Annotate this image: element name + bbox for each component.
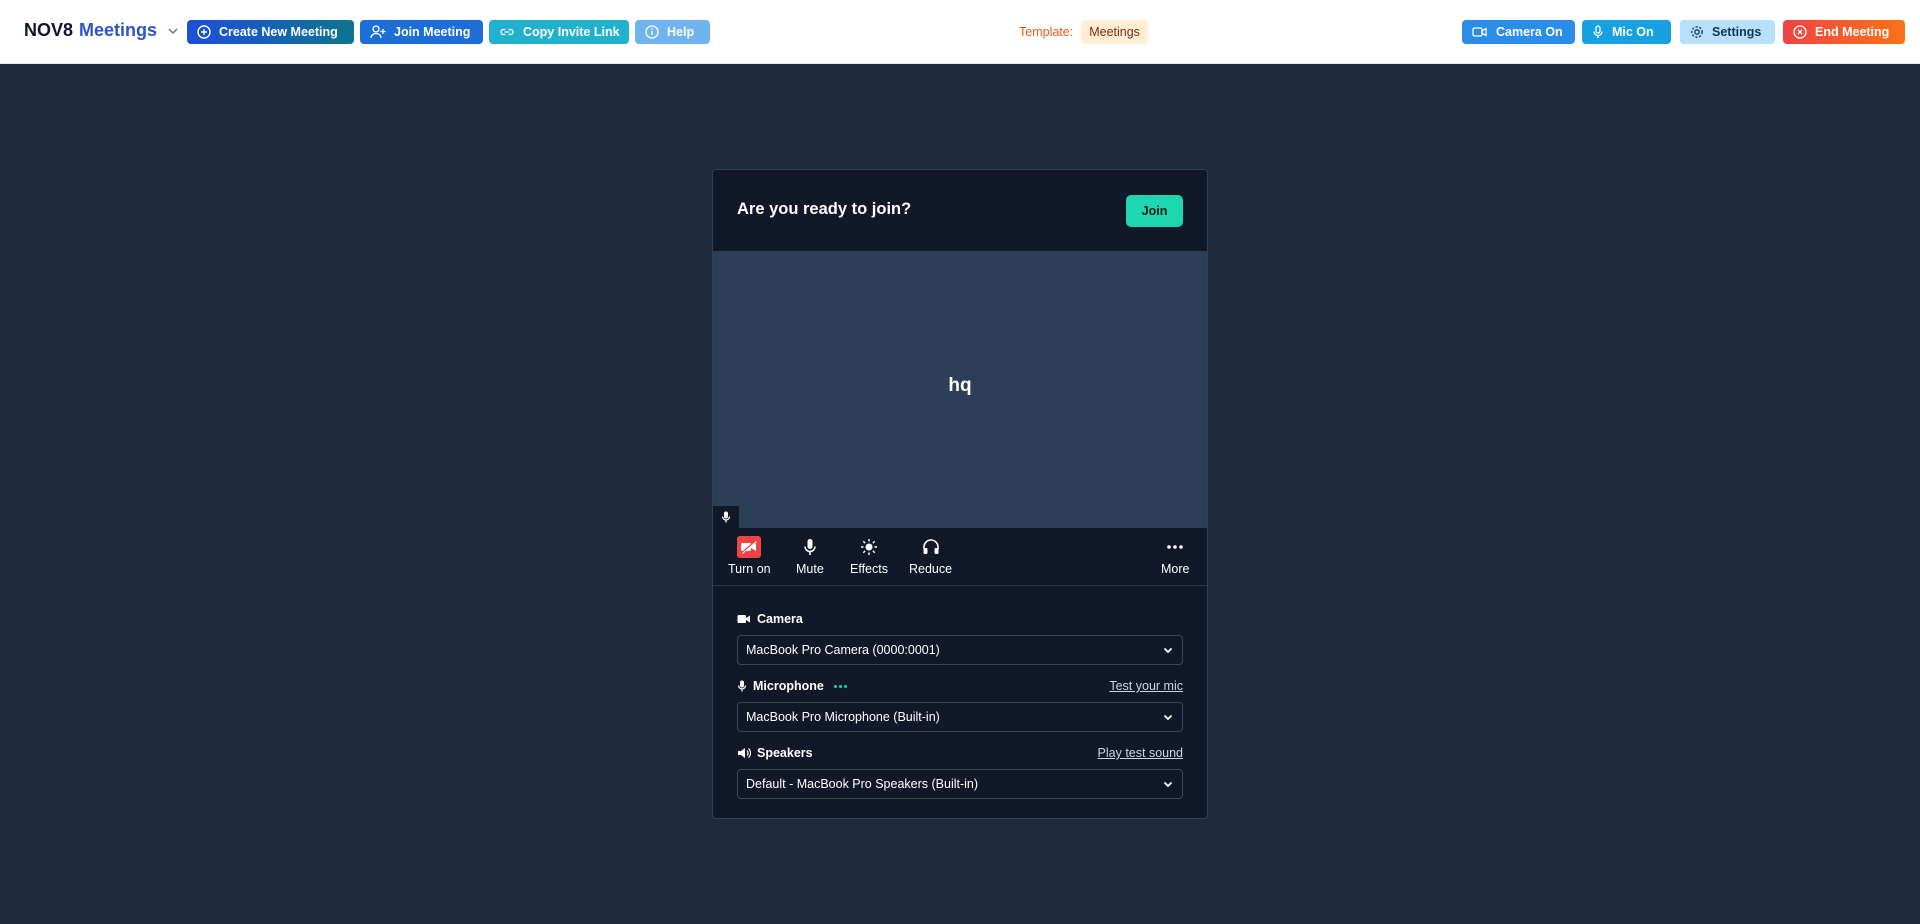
camera-label: Camera bbox=[757, 612, 803, 626]
link-icon bbox=[500, 28, 514, 36]
camera-section: Camera MacBook Pro Camera (0000:0001) bbox=[737, 611, 1183, 665]
prejoin-title: Are you ready to join? bbox=[737, 200, 912, 218]
settings-label: Settings bbox=[1712, 25, 1762, 39]
join-button[interactable]: Join bbox=[1126, 195, 1183, 227]
headphones-icon bbox=[919, 536, 943, 558]
participant-initials: hq bbox=[948, 375, 972, 396]
microphone-icon bbox=[1593, 25, 1603, 38]
copy-invite-link-button[interactable]: Copy Invite Link bbox=[489, 20, 629, 44]
video-camera-icon bbox=[1472, 27, 1487, 37]
prejoin-card: Are you ready to join? Join hq Turn on M… bbox=[712, 169, 1208, 819]
camera-on-label: Camera On bbox=[1496, 25, 1563, 39]
join-meeting-label: Join Meeting bbox=[394, 25, 471, 39]
template-label: Template: bbox=[1019, 25, 1074, 39]
brand-main: NOV8 bbox=[24, 20, 74, 40]
more-control[interactable]: More bbox=[1161, 536, 1189, 576]
microphone-icon bbox=[737, 680, 747, 692]
camera-on-button[interactable]: Camera On bbox=[1462, 20, 1575, 44]
camera-select[interactable]: MacBook Pro Camera (0000:0001) bbox=[737, 635, 1183, 665]
speakers-select[interactable]: Default - MacBook Pro Speakers (Built-in… bbox=[737, 769, 1183, 799]
camera-heading: Camera bbox=[737, 611, 1183, 627]
effects-label: Effects bbox=[850, 562, 888, 576]
template-indicator: Template: Meetings bbox=[1019, 20, 1148, 44]
sun-icon bbox=[857, 536, 881, 558]
mic-status-indicator bbox=[713, 506, 739, 528]
video-preview: hq bbox=[713, 251, 1207, 528]
create-meeting-button[interactable]: Create New Meeting bbox=[187, 20, 354, 44]
chevron-down-icon bbox=[1163, 781, 1173, 788]
app-brand-menu[interactable]: NOV8 Meetings bbox=[24, 20, 179, 41]
brand-sub: Meetings bbox=[79, 20, 158, 40]
more-dots-icon bbox=[1163, 536, 1187, 558]
end-meeting-button[interactable]: End Meeting bbox=[1783, 20, 1905, 44]
turn-on-label: Turn on bbox=[728, 562, 771, 576]
mic-on-button[interactable]: Mic On bbox=[1582, 20, 1671, 44]
effects-control[interactable]: Effects bbox=[850, 536, 888, 576]
create-meeting-label: Create New Meeting bbox=[219, 25, 338, 39]
help-label: Help bbox=[667, 25, 695, 39]
microphone-section: Microphone Test your mic MacBook Pro Mic… bbox=[737, 678, 1183, 732]
chevron-down-icon bbox=[1163, 714, 1173, 721]
join-meeting-button[interactable]: Join Meeting bbox=[360, 20, 483, 44]
speakers-select-value: Default - MacBook Pro Speakers (Built-in… bbox=[746, 777, 979, 791]
copy-invite-link-label: Copy Invite Link bbox=[523, 25, 620, 39]
mic-on-label: Mic On bbox=[1612, 25, 1654, 39]
microphone-select[interactable]: MacBook Pro Microphone (Built-in) bbox=[737, 702, 1183, 732]
microphone-icon bbox=[798, 536, 822, 558]
play-test-sound-link[interactable]: Play test sound bbox=[1098, 746, 1183, 760]
speakers-label: Speakers bbox=[757, 746, 813, 760]
speaker-icon bbox=[738, 748, 751, 758]
plus-circle-icon bbox=[197, 25, 211, 39]
microphone-select-value: MacBook Pro Microphone (Built-in) bbox=[746, 710, 940, 724]
prejoin-header: Are you ready to join? Join bbox=[713, 170, 1207, 251]
media-controls: Turn on Mute Effects Reduce More bbox=[713, 528, 1207, 586]
template-badge[interactable]: Meetings bbox=[1081, 20, 1148, 44]
end-meeting-label: End Meeting bbox=[1815, 25, 1890, 39]
microphone-label: Microphone bbox=[753, 679, 824, 693]
help-button[interactable]: Help bbox=[635, 20, 710, 44]
camera-off-icon bbox=[737, 536, 762, 558]
reduce-label: Reduce bbox=[909, 562, 953, 576]
chevron-down-icon bbox=[1163, 647, 1173, 654]
reduce-noise-control[interactable]: Reduce bbox=[909, 536, 952, 576]
mute-label: Mute bbox=[796, 562, 824, 576]
info-icon bbox=[645, 25, 659, 39]
mute-control[interactable]: Mute bbox=[796, 536, 824, 576]
top-toolbar: NOV8 Meetings Create New Meeting Join Me… bbox=[0, 0, 1920, 64]
mic-level-indicator bbox=[833, 684, 847, 688]
microphone-icon bbox=[721, 511, 731, 523]
more-label: More bbox=[1161, 562, 1190, 576]
turn-on-camera-control[interactable]: Turn on bbox=[728, 536, 771, 576]
chevron-down-icon bbox=[168, 27, 178, 34]
camera-select-value: MacBook Pro Camera (0000:0001) bbox=[746, 643, 940, 657]
speakers-section: Speakers Play test sound Default - MacBo… bbox=[737, 745, 1183, 799]
close-circle-icon bbox=[1793, 25, 1807, 39]
user-plus-icon bbox=[370, 25, 386, 39]
test-mic-link[interactable]: Test your mic bbox=[1109, 679, 1183, 693]
settings-button[interactable]: Settings bbox=[1680, 20, 1775, 44]
video-camera-icon bbox=[737, 615, 750, 623]
gear-icon bbox=[1691, 26, 1703, 38]
